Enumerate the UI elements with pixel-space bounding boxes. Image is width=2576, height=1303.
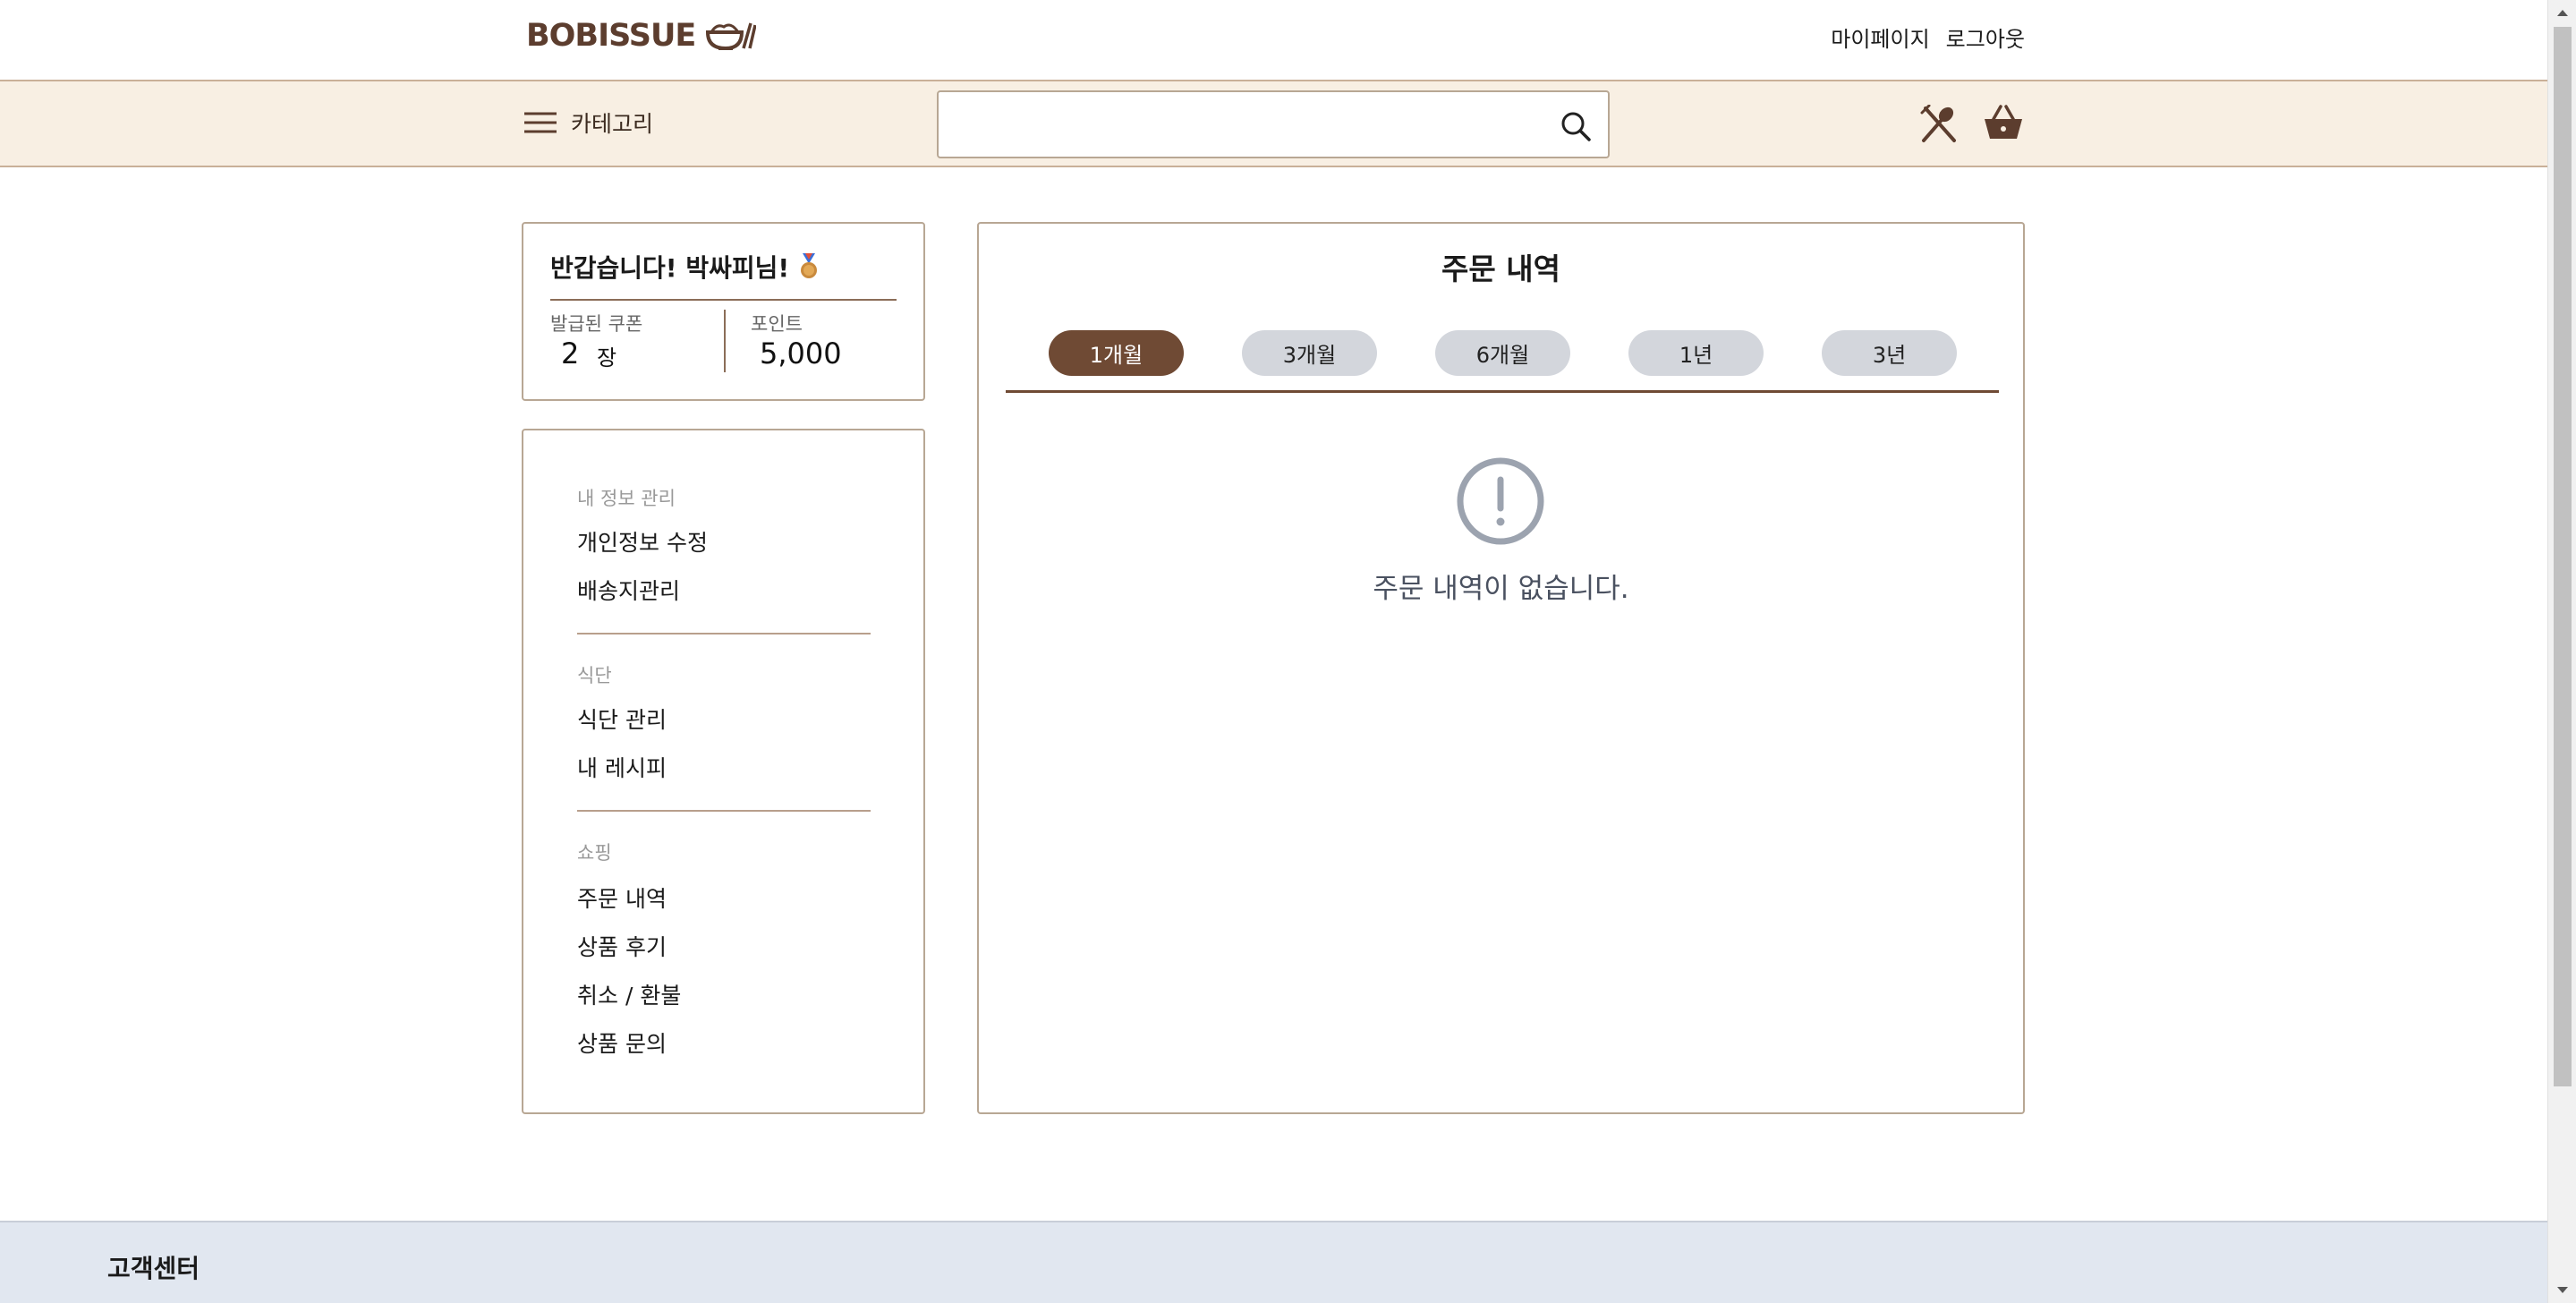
basket-icon[interactable] <box>1983 103 2024 142</box>
rice-bowl-chopsticks-icon <box>706 22 757 51</box>
sidebar-item-edit-profile[interactable]: 개인정보 수정 <box>577 525 708 558</box>
section-title-my-info: 내 정보 관리 <box>577 488 676 509</box>
site-logo[interactable]: BOBISSUE <box>526 18 757 54</box>
logo-text: BOBISSUE <box>526 18 696 54</box>
logout-link[interactable]: 로그아웃 <box>1946 21 2025 53</box>
sidebar-menu: 내 정보 관리 개인정보 수정 배송지관리 식단 식단 관리 내 레시피 쇼핑 … <box>522 429 925 1114</box>
section-title-shopping: 쇼핑 <box>577 842 612 864</box>
tab-3-years[interactable]: 3년 <box>1822 330 1957 376</box>
sidebar-item-cancel-refund[interactable]: 취소 / 환불 <box>577 978 681 1010</box>
top-header: BOBISSUE 마이페이지 로그아웃 <box>0 0 2547 80</box>
tab-1-year[interactable]: 1년 <box>1628 330 1764 376</box>
menu-divider <box>577 810 871 812</box>
sidebar-item-addresses[interactable]: 배송지관리 <box>577 574 680 606</box>
order-history-panel: 주문 내역 1개월 3개월 6개월 1년 3년 주문 내역이 없습니다. <box>977 222 2025 1114</box>
profile-card: 반갑습니다! 박싸피님! 발급된 쿠폰 2 장 포인트 5,000 <box>522 222 925 401</box>
sidebar-item-product-inquiry[interactable]: 상품 문의 <box>577 1026 667 1059</box>
customer-center-title[interactable]: 고객센터 <box>107 1249 200 1285</box>
search-box <box>937 90 1610 158</box>
tab-3-months[interactable]: 3개월 <box>1242 330 1377 376</box>
stat-divider <box>724 310 726 372</box>
point-label: 포인트 <box>751 313 803 335</box>
empty-state-message: 주문 내역이 없습니다. <box>1373 573 1629 605</box>
search-icon[interactable] <box>1560 110 1592 142</box>
scroll-down-arrow-icon[interactable] <box>2548 1278 2576 1303</box>
section-title-diet: 식단 <box>577 665 612 686</box>
sidebar-item-order-history[interactable]: 주문 내역 <box>577 881 667 914</box>
tabs-underline <box>1006 390 1999 393</box>
sidebar-item-my-recipes[interactable]: 내 레시피 <box>577 751 667 783</box>
category-button[interactable]: 카테고리 <box>523 106 653 139</box>
coupon-unit: 장 <box>597 345 617 370</box>
coupon-label: 발급된 쿠폰 <box>550 313 643 335</box>
footer: 고객센터 <box>0 1221 2547 1303</box>
scrollbar-thumb[interactable] <box>2554 27 2572 1086</box>
menu-divider <box>577 633 871 634</box>
greeting: 반갑습니다! 박싸피님! <box>550 249 821 285</box>
medal-icon <box>801 253 818 278</box>
tab-6-months[interactable]: 6개월 <box>1435 330 1570 376</box>
vertical-scrollbar[interactable] <box>2547 0 2576 1303</box>
category-label: 카테고리 <box>571 111 654 137</box>
hamburger-menu-icon <box>524 112 557 133</box>
sidebar-item-product-reviews[interactable]: 상품 후기 <box>577 930 667 962</box>
scroll-up-arrow-icon[interactable] <box>2548 0 2576 25</box>
sidebar-item-diet-management[interactable]: 식단 관리 <box>577 703 667 735</box>
coupon-count: 2 <box>561 336 580 370</box>
exclamation-circle-icon <box>1457 457 1544 545</box>
greeting-text: 반갑습니다! 박싸피님! <box>550 253 790 283</box>
profile-divider <box>550 299 897 301</box>
nav-bar: 카테고리 <box>0 80 2547 167</box>
spoon-fork-icon[interactable] <box>1918 105 1958 144</box>
page-title: 주문 내역 <box>1441 251 1560 286</box>
top-links: 마이페이지 로그아웃 <box>1831 21 2025 53</box>
point-value: 5,000 <box>760 336 842 370</box>
search-input[interactable] <box>951 101 1542 148</box>
tab-1-month[interactable]: 1개월 <box>1049 330 1184 376</box>
mypage-link[interactable]: 마이페이지 <box>1831 21 1929 53</box>
